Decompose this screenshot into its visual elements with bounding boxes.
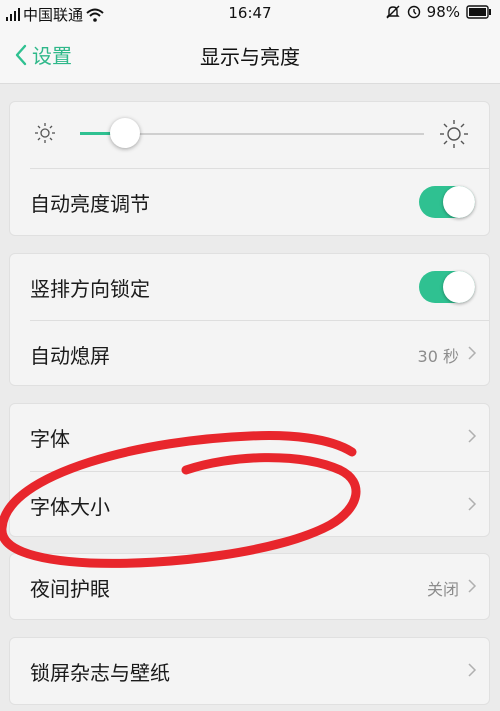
screen-card: 竖排方向锁定 自动熄屏 30 秒 <box>9 253 490 386</box>
brightness-slider-row <box>10 102 491 168</box>
auto-brightness-label: 自动亮度调节 <box>30 192 150 216</box>
chevron-right-icon <box>468 579 477 593</box>
night-mode-row[interactable]: 夜间护眼 关闭 <box>10 554 491 620</box>
font-size-label: 字体大小 <box>30 495 110 519</box>
sun-high-icon <box>440 120 468 148</box>
mute-bell-icon <box>385 5 400 19</box>
auto-sleep-value: 30 秒 <box>417 347 459 366</box>
sun-low-icon <box>35 123 55 143</box>
alarm-icon <box>407 5 420 19</box>
chevron-right-icon <box>468 663 477 677</box>
brightness-card: 自动亮度调节 <box>9 101 490 236</box>
lock-screen-label: 锁屏杂志与壁纸 <box>30 661 170 685</box>
status-right: 98% <box>385 3 492 21</box>
brightness-slider-thumb[interactable] <box>109 118 140 148</box>
night-mode-label: 夜间护眼 <box>30 577 110 601</box>
font-card: 字体 字体大小 <box>9 403 490 537</box>
night-mode-value: 关闭 <box>426 580 459 599</box>
toggle-knob <box>443 271 475 303</box>
chevron-right-icon <box>468 497 477 511</box>
auto-brightness-toggle[interactable] <box>419 186 475 218</box>
auto-brightness-row[interactable]: 自动亮度调节 <box>10 169 491 235</box>
night-mode-card: 夜间护眼 关闭 <box>9 553 490 620</box>
chevron-right-icon <box>468 346 477 360</box>
nav-bar: 设置 显示与亮度 <box>0 26 500 84</box>
lock-screen-card: 锁屏杂志与壁纸 <box>9 637 490 705</box>
status-bar: 中国联通 16:47 98% <box>0 0 500 26</box>
auto-sleep-row[interactable]: 自动熄屏 30 秒 <box>10 321 491 387</box>
portrait-lock-row[interactable]: 竖排方向锁定 <box>10 254 491 320</box>
font-label: 字体 <box>30 427 70 451</box>
portrait-lock-toggle[interactable] <box>419 271 475 303</box>
page-title: 显示与亮度 <box>200 45 300 69</box>
font-size-row[interactable]: 字体大小 <box>10 472 491 538</box>
battery-percent: 98% <box>426 3 460 21</box>
lock-screen-row[interactable]: 锁屏杂志与壁纸 <box>10 638 491 704</box>
auto-sleep-label: 自动熄屏 <box>30 344 110 368</box>
portrait-lock-label: 竖排方向锁定 <box>30 277 150 301</box>
chevron-right-icon <box>468 429 477 443</box>
toggle-knob <box>443 186 475 218</box>
font-row[interactable]: 字体 <box>10 404 491 470</box>
battery-icon <box>466 5 491 19</box>
